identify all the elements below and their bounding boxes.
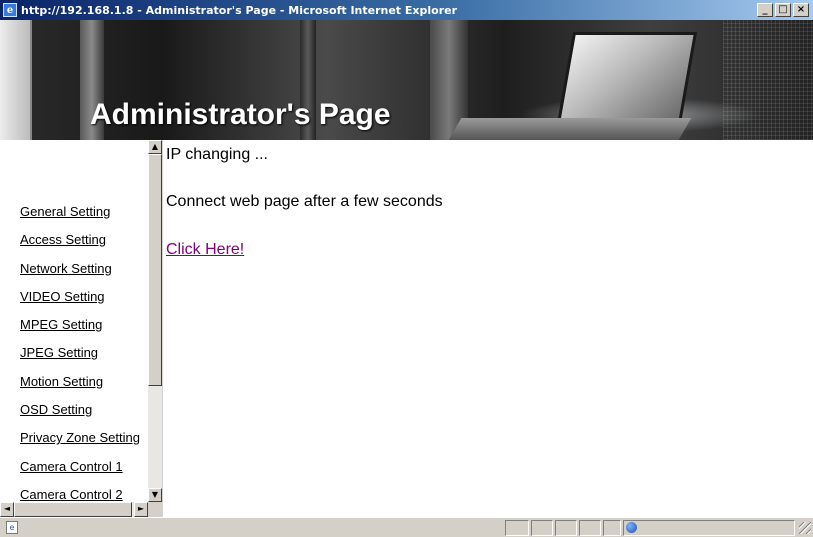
status-message: IP changing ... <box>166 146 268 163</box>
instruction-message: Connect web page after a few seconds <box>166 193 443 210</box>
status-panel <box>603 520 621 536</box>
laptop-screen-image <box>556 32 698 124</box>
menu-item-privacy-zone-setting[interactable]: Privacy Zone Setting <box>20 430 140 445</box>
menu-item-osd-setting[interactable]: OSD Setting <box>20 402 92 417</box>
status-panel <box>555 520 577 536</box>
page-title: Administrator's Page <box>90 98 391 131</box>
scroll-down-button[interactable]: ▼ <box>148 488 162 502</box>
menu-frame: General Setting Access Setting Network S… <box>0 140 163 517</box>
banner-grid-pattern <box>723 20 813 140</box>
menu-vertical-scrollbar[interactable]: ▲ ▼ <box>148 140 162 502</box>
minimize-button[interactable]: _ <box>757 3 773 17</box>
main-content: IP changing ... Connect web page after a… <box>166 140 813 517</box>
maximize-button[interactable]: □ <box>775 3 791 17</box>
menu-item-mpeg-setting[interactable]: MPEG Setting <box>20 317 102 332</box>
laptop-keyboard-image <box>448 118 692 140</box>
internet-zone-icon <box>626 522 637 533</box>
status-panel <box>505 520 529 536</box>
status-bar: e <box>0 517 813 537</box>
menu-horizontal-scrollbar[interactable]: ◄ ► <box>0 502 148 517</box>
menu-item-motion-setting[interactable]: Motion Setting <box>20 374 103 389</box>
status-panel <box>531 520 553 536</box>
vertical-scroll-thumb[interactable] <box>148 154 162 386</box>
zone-panel <box>623 520 795 536</box>
window-titlebar[interactable]: e http://192.168.1.8 - Administrator's P… <box>0 0 813 20</box>
horizontal-scroll-thumb[interactable] <box>14 502 132 517</box>
resize-grip-icon[interactable] <box>799 522 811 534</box>
nav-menu: General Setting Access Setting Network S… <box>0 140 148 502</box>
close-button[interactable]: × <box>793 3 809 17</box>
menu-item-camera-control-2[interactable]: Camera Control 2 <box>20 487 123 502</box>
scrollbar-corner <box>148 502 162 517</box>
menu-item-access-setting[interactable]: Access Setting <box>20 232 106 247</box>
status-panel <box>579 520 601 536</box>
scroll-up-button[interactable]: ▲ <box>148 140 162 154</box>
scroll-left-button[interactable]: ◄ <box>0 502 14 517</box>
header-banner: Administrator's Page <box>0 20 813 140</box>
menu-item-camera-control-1[interactable]: Camera Control 1 <box>20 459 123 474</box>
window-title: http://192.168.1.8 - Administrator's Pag… <box>21 3 458 17</box>
menu-item-video-setting[interactable]: VIDEO Setting <box>20 289 105 304</box>
menu-item-general-setting[interactable]: General Setting <box>20 204 110 219</box>
banner-edge <box>0 20 32 140</box>
ie-icon: e <box>3 3 17 17</box>
page-icon: e <box>6 521 18 534</box>
scroll-right-button[interactable]: ► <box>134 502 148 517</box>
menu-item-network-setting[interactable]: Network Setting <box>20 261 112 276</box>
click-here-link[interactable]: Click Here! <box>166 241 244 259</box>
menu-item-jpeg-setting[interactable]: JPEG Setting <box>20 345 98 360</box>
